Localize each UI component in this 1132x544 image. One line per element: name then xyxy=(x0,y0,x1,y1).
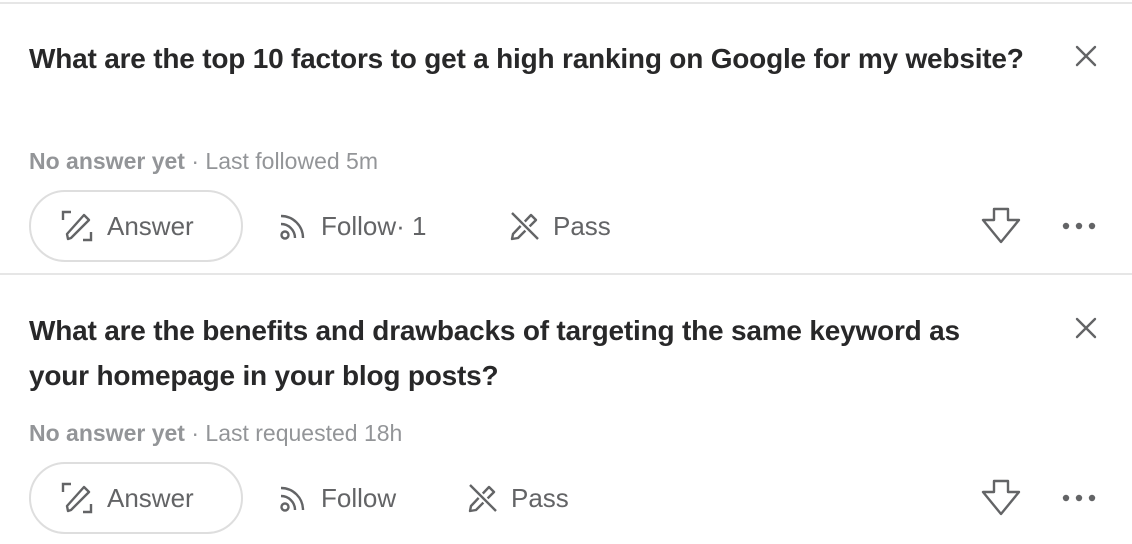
question-title[interactable]: What are the top 10 factors to get a hig… xyxy=(29,36,1049,81)
pass-label: Pass xyxy=(511,482,569,513)
question-card: What are the top 10 factors to get a hig… xyxy=(0,0,1132,274)
activity-text: Last requested 18h xyxy=(205,420,403,446)
pass-button[interactable]: Pass xyxy=(465,462,569,534)
follow-button[interactable]: Follow · 1 xyxy=(275,190,426,262)
activity-text: Last followed 5m xyxy=(205,148,378,174)
downvote-button[interactable] xyxy=(979,478,1023,518)
answer-status: No answer yet xyxy=(29,420,185,446)
follow-label: Follow xyxy=(321,210,397,241)
close-icon xyxy=(1075,317,1097,339)
more-options-button[interactable] xyxy=(1059,212,1099,240)
pencil-crossed-icon xyxy=(467,482,499,514)
pencil-edit-icon xyxy=(61,482,93,514)
downvote-arrow-icon xyxy=(981,479,1021,516)
close-button[interactable] xyxy=(1072,42,1100,70)
more-options-button[interactable] xyxy=(1059,484,1099,512)
more-dots-icon xyxy=(1062,494,1096,502)
more-dots-icon xyxy=(1062,222,1096,230)
close-button[interactable] xyxy=(1072,314,1100,342)
meta-separator: · xyxy=(184,148,206,174)
answer-button[interactable]: Answer xyxy=(29,462,243,534)
close-icon xyxy=(1075,45,1097,67)
downvote-arrow-icon xyxy=(981,207,1021,244)
rss-follow-icon xyxy=(280,486,305,512)
pass-button[interactable]: Pass xyxy=(507,190,611,262)
answer-label: Answer xyxy=(107,210,194,241)
meta-separator: · xyxy=(184,420,206,446)
question-meta: No answer yet · Last requested 18h xyxy=(29,418,402,448)
answer-label: Answer xyxy=(107,482,194,513)
pencil-crossed-icon xyxy=(509,210,541,242)
answer-button[interactable]: Answer xyxy=(29,190,243,262)
downvote-button[interactable] xyxy=(979,206,1023,246)
question-meta: No answer yet · Last followed 5m xyxy=(29,146,378,176)
rss-follow-icon xyxy=(280,214,305,240)
answer-status: No answer yet xyxy=(29,148,185,174)
action-bar: Answer Follow · 1 Pass xyxy=(29,190,1109,262)
pass-label: Pass xyxy=(553,210,611,241)
follow-button[interactable]: Follow xyxy=(275,462,396,534)
question-card: What are the benefits and drawbacks of t… xyxy=(0,275,1132,544)
action-bar: Answer Follow Pass xyxy=(29,462,1109,534)
question-title[interactable]: What are the benefits and drawbacks of t… xyxy=(29,308,989,398)
pencil-edit-icon xyxy=(61,210,93,242)
follow-label: Follow xyxy=(321,482,397,513)
follow-count: · 1 xyxy=(396,210,427,241)
